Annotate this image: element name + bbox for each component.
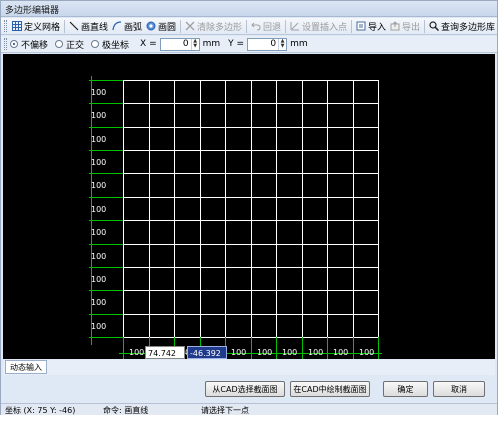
import-label: 导入	[368, 22, 387, 33]
radio-dot[interactable]	[91, 40, 100, 48]
row-dimension-label: 100	[91, 88, 107, 97]
toolbar-separator	[285, 19, 287, 33]
dynamic-input-y[interactable]: -46.392	[187, 346, 227, 359]
query-polygon-library-label: 查询多边形库	[441, 22, 496, 33]
clear-polygon-button[interactable]: 清除多边形	[183, 19, 244, 34]
column-dimension-label: 100	[129, 348, 145, 357]
spin-down-icon[interactable]: ▼	[281, 44, 285, 49]
search-icon	[429, 21, 440, 31]
column-dimension-label: 100	[257, 348, 273, 357]
define-grid-label: 定义网格	[23, 22, 60, 33]
column-dimension-label: 100	[231, 348, 247, 357]
draw-arc-button[interactable]: 画弧	[110, 19, 144, 34]
export-icon	[390, 21, 400, 31]
radio-polar[interactable]: 极坐标	[91, 38, 129, 51]
page-bottom-strip	[0, 415, 500, 423]
tab-bar: 动态输入	[3, 360, 495, 375]
polygon-editor-window: 多边形编辑器 定义网格 画直线 画弧 画圆 清除多边形 回退 设置插入点 导入 …	[0, 0, 498, 423]
row-dimension-label: 100	[91, 275, 107, 284]
radio-no-offset[interactable]: 不偏移	[10, 38, 48, 51]
column-dimension-label: 100	[308, 348, 324, 357]
insert-point-icon	[290, 21, 300, 31]
export-label: 导出	[402, 22, 421, 33]
set-insert-point-label: 设置插入点	[302, 22, 348, 33]
row-dimension-label: 100	[91, 158, 107, 167]
import-icon	[356, 21, 366, 31]
radio-dot[interactable]	[10, 40, 18, 48]
spin-down-icon[interactable]: ▼	[193, 44, 197, 49]
undo-button[interactable]: 回退	[249, 19, 283, 34]
window-title: 多边形编辑器	[5, 6, 60, 16]
export-button[interactable]: 导出	[388, 19, 422, 34]
draw-circle-button[interactable]: 画圆	[144, 19, 178, 34]
toolbar: 定义网格 画直线 画弧 画圆 清除多边形 回退 设置插入点 导入 导出 查询多边…	[1, 18, 497, 35]
status-prompt: 请选择下一点	[201, 405, 249, 415]
cancel-button[interactable]: 取消	[433, 381, 485, 397]
draw-circle-label: 画圆	[158, 22, 177, 33]
row-dimension-label: 100	[91, 135, 107, 144]
row-dimension-label: 100	[91, 252, 107, 261]
row-dimension-label: 100	[91, 228, 107, 237]
button-row: 从CAD选择截面图 在CAD中绘制截面图 确定 取消	[3, 377, 495, 401]
column-dimension-label: 100	[282, 348, 298, 357]
row-dimension-label: 100	[91, 205, 107, 214]
x-unit-label: mm	[202, 39, 221, 49]
y-field-label: Y =	[228, 39, 245, 49]
draw-line-button[interactable]: 画直线	[67, 19, 110, 34]
draw-in-cad-button[interactable]: 在CAD中绘制截面图	[290, 381, 370, 397]
draw-line-label: 画直线	[80, 22, 108, 33]
y-spinner[interactable]: 0 ▲ ▼	[247, 37, 288, 51]
status-coordinates: 坐标 (X: 75 Y: -46)	[5, 405, 76, 415]
radio-dot[interactable]	[55, 40, 64, 48]
toolbar-separator	[351, 19, 353, 33]
clear-polygon-label: 清除多边形	[197, 22, 243, 33]
x-value: 0	[182, 39, 189, 49]
row-dimension-label: 100	[91, 181, 107, 190]
grid-drawing[interactable]	[3, 54, 495, 359]
circle-icon	[146, 21, 156, 31]
dynamic-input-x[interactable]: 74.742	[145, 346, 185, 359]
y-value: 0	[270, 39, 277, 49]
toolbar-grip[interactable]	[4, 20, 7, 32]
row-dimension-label: 100	[91, 111, 107, 120]
optionbar-grip[interactable]	[4, 38, 7, 50]
options-bar: 不偏移 正交 极坐标 X = 0 ▲ ▼ mm Y = 0 ▲ ▼ mm	[1, 36, 497, 53]
define-grid-button[interactable]: 定义网格	[10, 19, 62, 34]
title-bar: 多边形编辑器	[1, 1, 497, 17]
draw-arc-label: 画弧	[124, 22, 143, 33]
toolbar-separator	[246, 19, 248, 33]
radio-no-offset-label: 不偏移	[21, 40, 49, 51]
undo-icon	[251, 21, 261, 31]
x-field-label: X =	[140, 39, 157, 49]
query-polygon-library-button[interactable]: 查询多边形库	[427, 19, 497, 34]
select-from-cad-button[interactable]: 从CAD选择截面图	[205, 381, 285, 397]
column-dimension-label: 100	[359, 348, 375, 357]
ok-button[interactable]: 确定	[383, 381, 428, 397]
toolbar-separator	[180, 19, 182, 33]
y-unit-label: mm	[290, 39, 308, 49]
radio-orthogonal[interactable]: 正交	[55, 38, 84, 51]
arc-icon	[112, 21, 122, 31]
drawing-canvas[interactable]: 100 100 100 100 100 100 100 100 100 100 100 100 100…	[3, 54, 495, 359]
tab-dynamic-input[interactable]: 动态输入	[5, 360, 47, 374]
toolbar-separator	[64, 19, 65, 33]
toolbar-separator	[424, 19, 426, 33]
radio-orthogonal-label: 正交	[66, 40, 85, 51]
x-spinner[interactable]: 0 ▲ ▼	[159, 37, 200, 51]
row-dimension-label: 100	[91, 322, 107, 331]
import-button[interactable]: 导入	[354, 19, 388, 34]
undo-label: 回退	[263, 22, 282, 33]
column-dimension-label: 100	[333, 348, 349, 357]
x-spinner-arrows[interactable]: ▲ ▼	[190, 38, 199, 50]
set-insert-point-button[interactable]: 设置插入点	[288, 19, 349, 34]
row-dimension-label: 100	[91, 298, 107, 307]
clear-icon	[185, 21, 195, 31]
status-command: 命令: 画直线	[103, 405, 149, 415]
y-spinner-arrows[interactable]: ▲ ▼	[278, 38, 286, 50]
line-icon	[69, 21, 79, 31]
grid-icon	[11, 21, 22, 31]
radio-polar-label: 极坐标	[102, 40, 130, 51]
